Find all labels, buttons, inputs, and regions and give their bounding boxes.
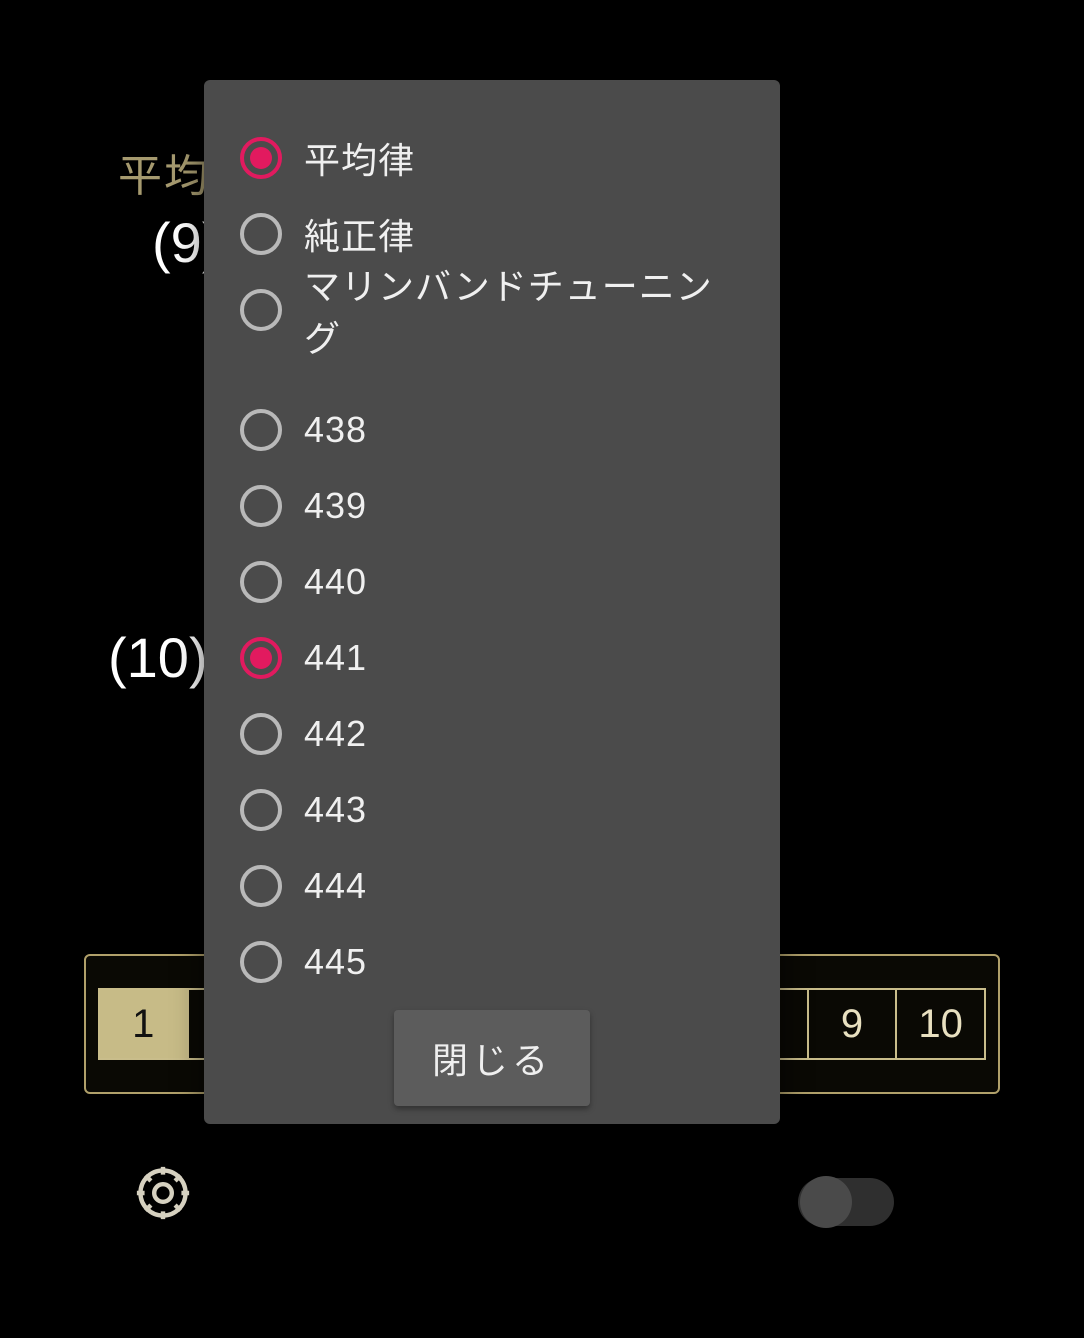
radio-pitch-445[interactable]: 445 (240, 924, 744, 1000)
gear-icon[interactable] (130, 1160, 196, 1226)
radio-icon (240, 789, 282, 831)
radio-label: 439 (304, 485, 367, 527)
radio-label: 440 (304, 561, 367, 603)
radio-icon (240, 137, 282, 179)
radio-temperament-marineband[interactable]: マリンバンドチューニング (240, 272, 744, 348)
radio-pitch-443[interactable]: 443 (240, 772, 744, 848)
radio-icon (240, 485, 282, 527)
radio-icon (240, 865, 282, 907)
radio-icon (240, 561, 282, 603)
radio-pitch-442[interactable]: 442 (240, 696, 744, 772)
radio-pitch-444[interactable]: 444 (240, 848, 744, 924)
hole-cell[interactable]: 10 (897, 990, 984, 1058)
toggle-switch[interactable] (798, 1178, 894, 1226)
radio-label: 443 (304, 789, 367, 831)
radio-label: 442 (304, 713, 367, 755)
hole-cell[interactable]: 9 (809, 990, 898, 1058)
radio-pitch-441[interactable]: 441 (240, 620, 744, 696)
radio-pitch-439[interactable]: 439 (240, 468, 744, 544)
tuning-settings-modal: 平均律 純正律 マリンバンドチューニング 438 439 440 441 (204, 80, 780, 1124)
hole-cell[interactable]: 1 (100, 990, 189, 1058)
radio-pitch-440[interactable]: 440 (240, 544, 744, 620)
radio-icon (240, 409, 282, 451)
radio-label: 441 (304, 637, 367, 679)
radio-label: 平均律 (304, 132, 415, 184)
radio-label: マリンバンドチューニング (304, 258, 744, 362)
radio-icon (240, 713, 282, 755)
radio-label: 445 (304, 941, 367, 983)
radio-icon (240, 637, 282, 679)
toggle-knob (800, 1176, 852, 1228)
radio-label: 純正律 (304, 208, 415, 260)
radio-label: 444 (304, 865, 367, 907)
close-button[interactable]: 閉じる (394, 1010, 590, 1106)
radio-temperament-equal[interactable]: 平均律 (240, 120, 744, 196)
radio-icon (240, 213, 282, 255)
annotation-10: (10) (108, 625, 208, 690)
radio-pitch-438[interactable]: 438 (240, 392, 744, 468)
radio-icon (240, 941, 282, 983)
radio-icon (240, 289, 282, 331)
radio-label: 438 (304, 409, 367, 451)
background-scale-label: 平均 (118, 140, 210, 204)
